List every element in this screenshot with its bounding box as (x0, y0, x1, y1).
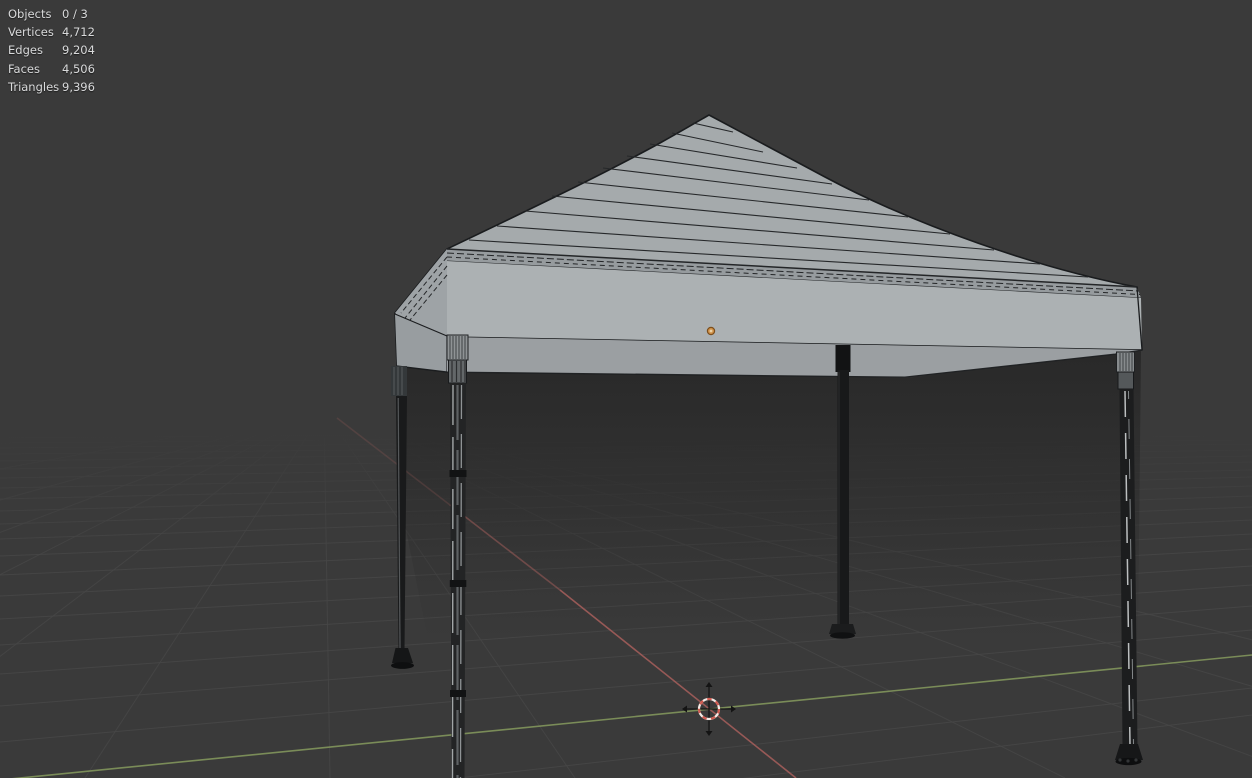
blender-3d-viewport[interactable]: Objects 0 / 3 Vertices 4,712 Edges 9,204 Fa… (0, 0, 1252, 778)
stat-label: Triangles (8, 79, 60, 94)
object-origin-icon[interactable] (706, 326, 716, 336)
stat-label: Faces (8, 61, 40, 76)
viewport-stats-overlay: Objects 0 / 3 Vertices 4,712 Edges 9,204 Fa… (8, 5, 95, 96)
stat-value: 9,204 (62, 43, 95, 58)
stat-value: 4,506 (62, 61, 95, 76)
stat-label: Vertices (8, 25, 54, 40)
stat-value: 9,396 (62, 79, 95, 94)
stat-objects: Objects 0 / 3 (8, 5, 95, 23)
stat-edges: Edges 9,204 (8, 41, 95, 59)
stat-faces: Faces 4,506 (8, 60, 95, 78)
stat-value: 4,712 (62, 25, 95, 40)
stat-triangles: Triangles 9,396 (8, 78, 95, 96)
stat-label: Objects (8, 7, 52, 21)
viewport-canvas[interactable] (0, 0, 1252, 778)
stat-vertices: Vertices 4,712 (8, 23, 95, 41)
stat-label: Edges (8, 43, 43, 58)
stat-value: 0 / 3 (62, 7, 88, 21)
